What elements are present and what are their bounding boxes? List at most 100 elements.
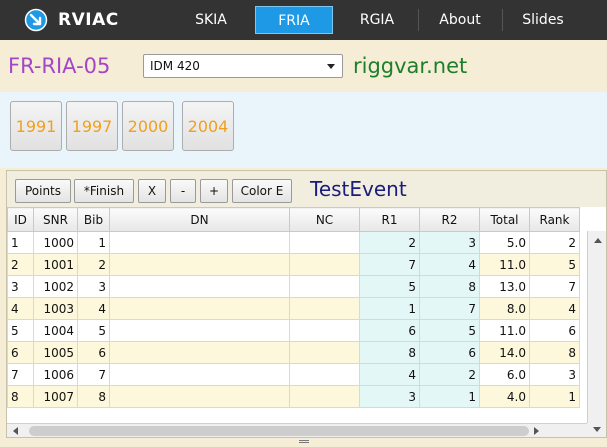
cell-snr[interactable]: 1005 — [33, 341, 78, 364]
table-row[interactable]: 2 1001 2 7 4 11.0 5 — [7, 253, 580, 276]
column-header-r2[interactable]: R2 — [419, 207, 480, 232]
cell-dn[interactable] — [109, 341, 290, 364]
nav-rgia[interactable]: RGIA — [340, 0, 414, 40]
cell-bib[interactable]: 5 — [77, 319, 110, 342]
table-row[interactable]: 6 1005 6 8 6 14.0 8 — [7, 341, 580, 364]
event-select[interactable]: IDM 420 — [143, 54, 343, 78]
cell-dn[interactable] — [109, 319, 290, 342]
cell-r1[interactable]: 8 — [359, 341, 420, 364]
nav-about[interactable]: About — [422, 0, 498, 40]
points-button[interactable]: Points — [15, 179, 71, 203]
table-row[interactable]: 5 1004 5 6 5 11.0 6 — [7, 319, 580, 342]
cell-r2[interactable]: 7 — [419, 297, 480, 320]
cell-rank[interactable]: 2 — [529, 231, 580, 254]
vertical-scrollbar[interactable] — [587, 231, 606, 425]
cell-total[interactable]: 6.0 — [479, 363, 530, 386]
column-header-id[interactable]: ID — [7, 207, 34, 232]
cell-rank[interactable]: 4 — [529, 297, 580, 320]
cell-bib[interactable]: 1 — [77, 231, 110, 254]
minus-button[interactable]: - — [170, 179, 196, 203]
cell-bib[interactable]: 4 — [77, 297, 110, 320]
cell-rank[interactable]: 6 — [529, 319, 580, 342]
cell-nc[interactable] — [289, 231, 360, 254]
cell-snr[interactable]: 1003 — [33, 297, 78, 320]
cell-nc[interactable] — [289, 385, 360, 408]
cell-dn[interactable] — [109, 385, 290, 408]
cell-id[interactable]: 2 — [7, 253, 34, 276]
cell-r2[interactable]: 2 — [419, 363, 480, 386]
horizontal-scrollbar[interactable] — [7, 423, 587, 437]
cell-total[interactable]: 11.0 — [479, 319, 530, 342]
column-header-r1[interactable]: R1 — [359, 207, 420, 232]
cell-r2[interactable]: 4 — [419, 253, 480, 276]
cell-total[interactable]: 5.0 — [479, 231, 530, 254]
year-button-2000[interactable]: 2000 — [122, 101, 174, 151]
cell-bib[interactable]: 3 — [77, 275, 110, 298]
cell-dn[interactable] — [109, 275, 290, 298]
table-row[interactable]: 1 1000 1 2 3 5.0 2 — [7, 231, 580, 254]
scroll-left-icon[interactable] — [13, 427, 18, 435]
cell-r1[interactable]: 7 — [359, 253, 420, 276]
cell-r1[interactable]: 1 — [359, 297, 420, 320]
grip-icon[interactable] — [299, 440, 309, 441]
column-header-rank[interactable]: Rank — [529, 207, 580, 232]
cell-dn[interactable] — [109, 253, 290, 276]
cell-id[interactable]: 3 — [7, 275, 34, 298]
table-row[interactable]: 3 1002 3 5 8 13.0 7 — [7, 275, 580, 298]
cell-r2[interactable]: 6 — [419, 341, 480, 364]
cell-r2[interactable]: 8 — [419, 275, 480, 298]
cell-nc[interactable] — [289, 319, 360, 342]
cell-r2[interactable]: 1 — [419, 385, 480, 408]
site-link[interactable]: riggvar.net — [353, 54, 467, 78]
column-header-nc[interactable]: NC — [289, 207, 360, 232]
cell-r1[interactable]: 3 — [359, 385, 420, 408]
cell-snr[interactable]: 1007 — [33, 385, 78, 408]
cell-rank[interactable]: 8 — [529, 341, 580, 364]
cell-nc[interactable] — [289, 253, 360, 276]
cell-total[interactable]: 8.0 — [479, 297, 530, 320]
cell-dn[interactable] — [109, 363, 290, 386]
cell-total[interactable]: 11.0 — [479, 253, 530, 276]
scroll-down-icon[interactable] — [593, 427, 601, 432]
cell-rank[interactable]: 7 — [529, 275, 580, 298]
cell-r2[interactable]: 5 — [419, 319, 480, 342]
cell-snr[interactable]: 1006 — [33, 363, 78, 386]
cell-r1[interactable]: 5 — [359, 275, 420, 298]
cell-id[interactable]: 8 — [7, 385, 34, 408]
cell-id[interactable]: 7 — [7, 363, 34, 386]
cell-bib[interactable]: 2 — [77, 253, 110, 276]
cell-id[interactable]: 5 — [7, 319, 34, 342]
cell-nc[interactable] — [289, 363, 360, 386]
cell-snr[interactable]: 1002 — [33, 275, 78, 298]
cell-r1[interactable]: 4 — [359, 363, 420, 386]
table-row[interactable]: 7 1006 7 4 2 6.0 3 — [7, 363, 580, 386]
results-grid[interactable]: ID SNR Bib DN NC R1 R2 Total Rank 1 1000 1… — [7, 207, 606, 437]
cell-total[interactable]: 4.0 — [479, 385, 530, 408]
cell-rank[interactable]: 1 — [529, 385, 580, 408]
cell-nc[interactable] — [289, 341, 360, 364]
cell-r2[interactable]: 3 — [419, 231, 480, 254]
cell-id[interactable]: 6 — [7, 341, 34, 364]
scrollbar-thumb[interactable] — [29, 426, 529, 436]
year-button-2004[interactable]: 2004 — [182, 101, 234, 151]
scroll-right-icon[interactable] — [534, 427, 539, 435]
year-button-1997[interactable]: 1997 — [66, 101, 118, 151]
table-row[interactable]: 4 1003 4 1 7 8.0 4 — [7, 297, 580, 320]
nav-fria[interactable]: FRIA — [255, 6, 333, 34]
column-header-snr[interactable]: SNR — [33, 207, 78, 232]
cell-bib[interactable]: 8 — [77, 385, 110, 408]
cell-id[interactable]: 1 — [7, 231, 34, 254]
color-button[interactable]: Color E — [232, 179, 292, 203]
cell-total[interactable]: 13.0 — [479, 275, 530, 298]
column-header-bib[interactable]: Bib — [77, 207, 110, 232]
finish-button[interactable]: *Finish — [74, 179, 134, 203]
plus-button[interactable]: + — [200, 179, 228, 203]
scroll-up-icon[interactable] — [594, 238, 602, 243]
x-button[interactable]: X — [138, 179, 166, 203]
cell-nc[interactable] — [289, 275, 360, 298]
table-row[interactable]: 8 1007 8 3 1 4.0 1 — [7, 385, 580, 408]
cell-total[interactable]: 14.0 — [479, 341, 530, 364]
cell-dn[interactable] — [109, 297, 290, 320]
cell-rank[interactable]: 5 — [529, 253, 580, 276]
cell-id[interactable]: 4 — [7, 297, 34, 320]
